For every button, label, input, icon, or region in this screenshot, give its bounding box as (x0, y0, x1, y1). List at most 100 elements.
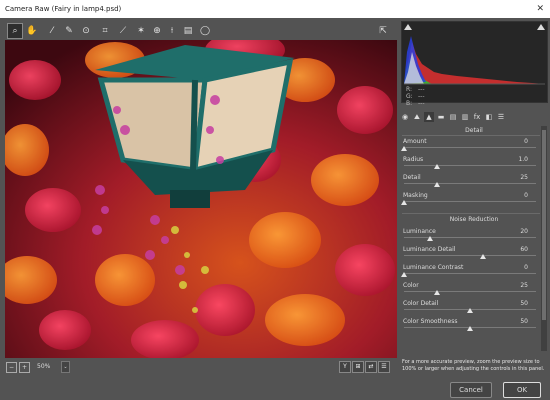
tab-basic-icon[interactable]: ◉ (400, 112, 410, 122)
slider-value[interactable]: 0 (524, 192, 528, 199)
b-value: --- (418, 100, 425, 107)
slider-thumb[interactable] (434, 182, 440, 187)
crop-tool-icon[interactable]: ⌗ (98, 24, 112, 38)
tab-calibration-icon[interactable]: ◧ (484, 112, 494, 122)
white-balance-tool-icon[interactable]: ⁄ (45, 24, 59, 38)
slider-label: Color Detail (403, 300, 439, 307)
slider-color-smoothness[interactable]: Color Smoothness 50 (402, 318, 540, 336)
slider-amount[interactable]: Amount 0 (401, 138, 540, 156)
preview-photo (5, 40, 397, 358)
slider-label: Color Smoothness (403, 318, 458, 325)
detail-section-title: Detail (465, 127, 483, 134)
zoom-dropdown[interactable]: ⌄ (61, 361, 70, 373)
divider (402, 213, 540, 214)
slider-thumb[interactable] (401, 146, 407, 151)
slider-track[interactable] (404, 165, 536, 166)
export-icon[interactable]: ⇱ (376, 24, 390, 38)
right-panel: R: --- G: --- B: --- ◉ ⛰ ▲ ▬ ▤ ▥ fx ◧ ☰ Det… (398, 18, 550, 400)
slider-value[interactable]: 0 (524, 138, 528, 145)
slider-value[interactable]: 1.0 (518, 156, 528, 163)
slider-track[interactable] (404, 183, 536, 184)
targeted-adjustment-tool-icon[interactable]: ⊙ (79, 24, 93, 38)
b-label: B: (406, 100, 413, 107)
tab-hsl-icon[interactable]: ▬ (436, 112, 446, 122)
slider-label: Luminance Contrast (403, 264, 464, 271)
radial-filter-tool-icon[interactable]: ◯ (198, 24, 212, 38)
spot-removal-tool-icon[interactable]: ✶ (134, 24, 148, 38)
view-toggle-button[interactable]: Y (339, 361, 351, 373)
slider-label: Luminance Detail (403, 246, 456, 253)
slider-thumb[interactable] (434, 290, 440, 295)
preview-preferences-button[interactable]: ☰ (378, 361, 390, 373)
slider-track[interactable] (404, 273, 536, 274)
slider-value[interactable]: 50 (520, 300, 528, 307)
zoom-out-button[interactable]: − (6, 362, 17, 373)
slider-value[interactable]: 20 (520, 228, 528, 235)
slider-value[interactable]: 25 (520, 174, 528, 181)
tab-effects-icon[interactable]: fx (472, 112, 482, 122)
panel-tabs: ◉ ⛰ ▲ ▬ ▤ ▥ fx ◧ ☰ (398, 111, 550, 123)
slider-label: Luminance (403, 228, 436, 235)
slider-track[interactable] (404, 237, 536, 238)
close-icon[interactable]: ✕ (536, 0, 544, 18)
slider-detail[interactable]: Detail 25 (402, 174, 540, 192)
straighten-tool-icon[interactable]: ⟋ (116, 24, 130, 38)
ok-button[interactable]: OK (503, 382, 541, 398)
slider-thumb[interactable] (467, 326, 473, 331)
g-value: --- (418, 93, 425, 100)
red-eye-tool-icon[interactable]: ⊕ (150, 24, 164, 38)
divider (402, 135, 540, 136)
slider-label: Radius (403, 156, 424, 163)
slider-thumb[interactable] (401, 200, 407, 205)
hand-tool-icon[interactable]: ✋ (25, 24, 39, 38)
cancel-button[interactable]: Cancel (450, 382, 492, 398)
title-bar: Camera Raw (Fairy in lamp4.psd) ✕ (0, 0, 550, 18)
slider-thumb[interactable] (401, 272, 407, 277)
slider-luminance-detail[interactable]: Luminance Detail 60 (402, 246, 540, 264)
slider-color[interactable]: Color 25 (402, 282, 540, 300)
adjustment-brush-tool-icon[interactable]: ⟊ (165, 24, 179, 38)
slider-luminance-contrast[interactable]: Luminance Contrast 0 (401, 264, 540, 282)
slider-color-detail[interactable]: Color Detail 50 (402, 300, 540, 318)
slider-track[interactable] (404, 201, 536, 202)
swap-settings-button[interactable]: ⇄ (365, 361, 377, 373)
tab-detail-icon[interactable]: ▲ (424, 112, 434, 122)
r-label: R: (406, 86, 413, 93)
image-preview[interactable] (5, 40, 397, 358)
slider-thumb[interactable] (434, 164, 440, 169)
color-sampler-tool-icon[interactable]: ✎ (62, 24, 76, 38)
r-value: --- (418, 86, 425, 93)
zoom-tool-icon[interactable]: ⌕ (7, 23, 23, 39)
zoom-level: 50% (37, 363, 51, 370)
tab-tone-curve-icon[interactable]: ⛰ (412, 112, 422, 122)
slider-value[interactable]: 0 (524, 264, 528, 271)
tab-split-toning-icon[interactable]: ▤ (448, 112, 458, 122)
tab-presets-icon[interactable]: ☰ (496, 112, 506, 122)
slider-value[interactable]: 50 (520, 318, 528, 325)
rgb-readout: R: --- G: --- B: --- (406, 86, 425, 107)
tab-lens-icon[interactable]: ▥ (460, 112, 470, 122)
slider-value[interactable]: 25 (520, 282, 528, 289)
slider-track[interactable] (404, 255, 536, 256)
g-label: G: (406, 93, 413, 100)
slider-radius[interactable]: Radius 1.0 (402, 156, 540, 174)
zoom-in-button[interactable]: + (19, 362, 30, 373)
slider-track[interactable] (404, 147, 536, 148)
slider-thumb[interactable] (480, 254, 487, 259)
before-after-button[interactable]: ⊞ (352, 361, 364, 373)
slider-masking[interactable]: Masking 0 (401, 192, 540, 210)
preview-note: For a more accurate preview, zoom the pr… (402, 359, 545, 372)
highlight-clipping-icon[interactable] (537, 24, 545, 30)
slider-label: Amount (403, 138, 427, 145)
slider-label: Color (403, 282, 419, 289)
slider-thumb[interactable] (467, 308, 473, 313)
shadow-clipping-icon[interactable] (404, 24, 412, 30)
scrollbar-thumb[interactable] (542, 130, 546, 320)
graduated-filter-tool-icon[interactable]: ▤ (181, 24, 195, 38)
slider-luminance[interactable]: Luminance 20 (402, 228, 540, 246)
slider-track[interactable] (404, 291, 536, 292)
status-bar: − + 50% ⌄ Y ⊞ ⇄ ☰ (0, 358, 396, 376)
slider-value[interactable]: 60 (520, 246, 528, 253)
slider-thumb[interactable] (427, 236, 434, 241)
panel-scrollbar[interactable] (541, 126, 547, 351)
